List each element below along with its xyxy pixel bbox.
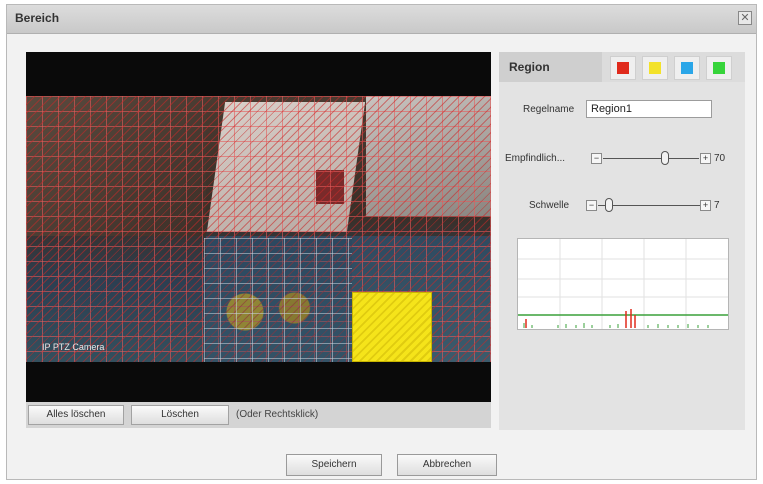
- green-swatch-icon: [713, 62, 725, 74]
- sensitivity-label: Empfindlich...: [505, 153, 566, 164]
- threshold-plus-button[interactable]: +: [700, 200, 711, 211]
- sensitivity-value: 70: [714, 153, 726, 164]
- threshold-slider-thumb[interactable]: [605, 198, 613, 212]
- sensitivity-plus-button[interactable]: +: [700, 153, 711, 164]
- right-click-hint: (Oder Rechtsklick): [236, 409, 319, 420]
- blue-swatch-icon: [681, 62, 693, 74]
- camera-label: IP PTZ Camera: [42, 342, 105, 352]
- sensitivity-track[interactable]: [603, 158, 699, 159]
- title-bar: Bereich ✕: [7, 5, 756, 34]
- rule-name-input[interactable]: Region1: [586, 100, 712, 118]
- yellow-region-block: [352, 292, 432, 362]
- swatch-tab-yellow[interactable]: [642, 56, 668, 80]
- region-settings-panel: Region Regelname Region1 Empfindlich... …: [499, 52, 745, 430]
- camera-scene: IP PTZ Camera: [26, 96, 491, 362]
- sensitivity-slider-thumb[interactable]: [661, 151, 669, 165]
- threshold-value: 7: [714, 200, 720, 211]
- yellow-swatch-icon: [649, 62, 661, 74]
- cleared-grid-area: [204, 238, 352, 362]
- cancel-button[interactable]: Abbrechen: [397, 454, 497, 476]
- sensitivity-minus-button[interactable]: −: [591, 153, 602, 164]
- swatch-tab-red[interactable]: [610, 56, 636, 80]
- delete-button[interactable]: Löschen: [131, 405, 229, 425]
- save-button[interactable]: Speichern: [286, 454, 382, 476]
- video-toolbar: Alles löschen Löschen (Oder Rechtsklick): [26, 402, 491, 428]
- dialog-title: Bereich: [15, 11, 60, 25]
- tab-region[interactable]: Region: [499, 52, 602, 82]
- video-preview[interactable]: IP PTZ Camera: [26, 52, 491, 402]
- swatch-tab-green[interactable]: [706, 56, 732, 80]
- threshold-label: Schwelle: [529, 200, 570, 211]
- region-tab-bar: Region: [499, 52, 745, 82]
- motion-graph-svg: [518, 239, 728, 329]
- red-swatch-icon: [617, 62, 629, 74]
- threshold-track[interactable]: [598, 205, 700, 206]
- motion-activity-graph: [517, 238, 729, 330]
- swatch-tab-blue[interactable]: [674, 56, 700, 80]
- rule-name-label: Regelname: [523, 104, 575, 115]
- threshold-minus-button[interactable]: −: [586, 200, 597, 211]
- close-icon[interactable]: ✕: [738, 11, 752, 25]
- clear-all-button[interactable]: Alles löschen: [28, 405, 124, 425]
